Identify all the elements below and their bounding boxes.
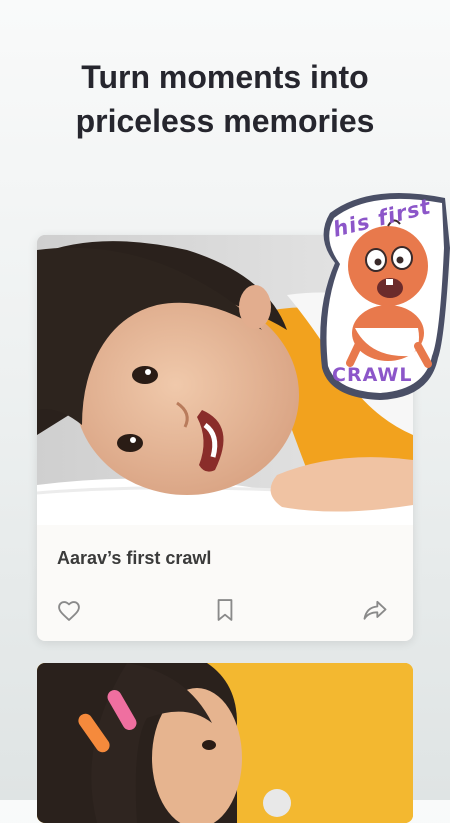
memory-title: Aarav’s first crawl xyxy=(57,548,212,568)
first-crawl-sticker: his first CRAWL xyxy=(310,188,450,410)
bookmark-outline-icon xyxy=(217,599,233,621)
share-button[interactable] xyxy=(358,593,392,627)
sticker-text-bottom: CRAWL xyxy=(332,364,413,386)
share-arrow-icon xyxy=(363,600,387,620)
like-button[interactable] xyxy=(52,593,86,627)
memory-card-2[interactable] xyxy=(37,663,413,823)
save-button[interactable] xyxy=(208,593,242,627)
headline: Turn moments into priceless memories xyxy=(0,55,450,143)
heart-outline-icon xyxy=(58,601,80,621)
headline-line-2: priceless memories xyxy=(75,103,375,139)
headline-line-1: Turn moments into xyxy=(81,59,369,95)
girl-photo-illustration xyxy=(37,663,413,823)
